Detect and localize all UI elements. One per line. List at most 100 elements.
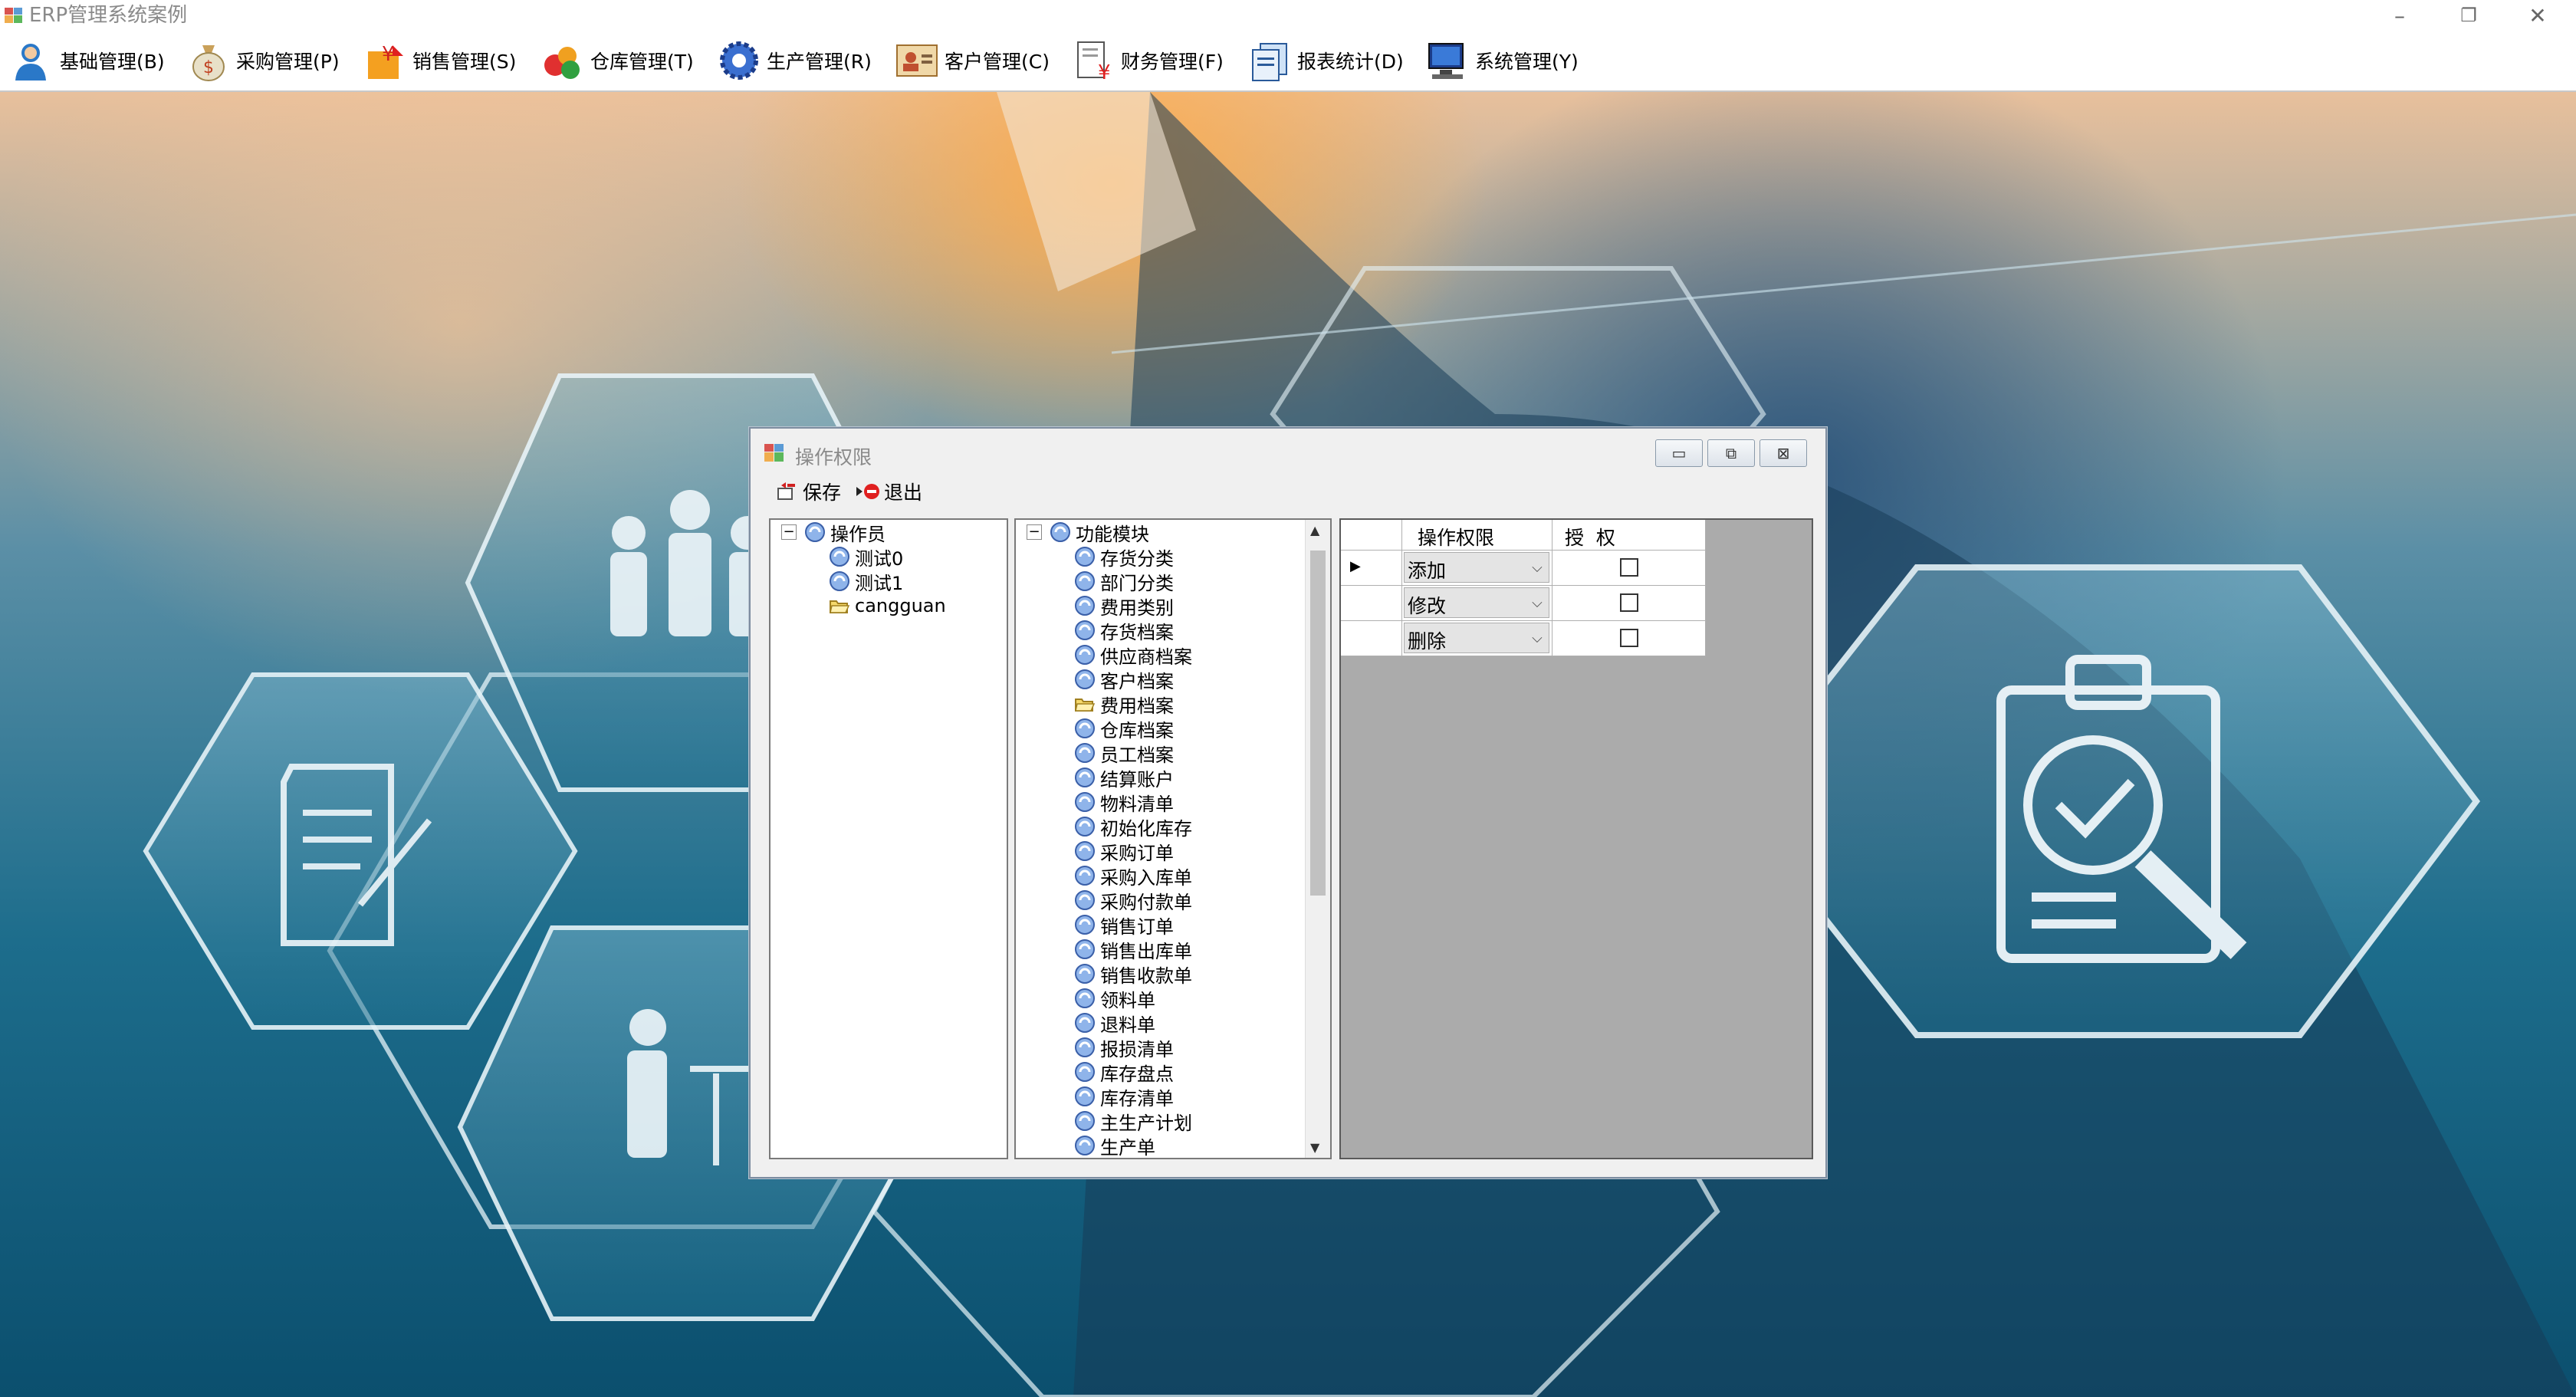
warehouse-boxes-icon [544,47,580,79]
menu-label: 销售管理(S) [412,51,517,73]
tree-node-label: 主生产计划 [1100,1112,1192,1134]
menu-sales-management[interactable]: ¥ 销售管理(S) [362,35,516,86]
row-header[interactable]: ▶ [1341,551,1402,586]
module-icon [830,571,849,591]
yen-sale-icon: ¥ [368,43,403,79]
column-header-grant[interactable]: 授 权 [1552,520,1706,551]
tree-node-module[interactable]: 物料清单 [1074,790,1174,815]
module-icon [1050,522,1070,542]
tree-node-module[interactable]: 退料单 [1074,1011,1155,1036]
tree-node-module[interactable]: 员工档案 [1074,741,1174,766]
grant-checkbox[interactable] [1620,558,1638,577]
tree-node-module[interactable]: 采购入库单 [1074,863,1192,889]
user-icon [15,44,46,81]
tree-node-label: 部门分类 [1100,572,1174,594]
tree-node-operator[interactable]: 测试1 [829,569,903,594]
collapse-toggle[interactable]: − [1027,524,1042,540]
menu-warehouse-management[interactable]: 仓库管理(T) [540,35,694,86]
tree-node-label: 销售订单 [1100,915,1174,938]
tree-node-module[interactable]: 销售收款单 [1074,961,1192,987]
tree-node-module[interactable]: 采购付款单 [1074,888,1192,913]
module-tree[interactable]: − 功能模块 存货分类 部门分类费用类别 存货档案 供应商档案 客户档案费用档案 仓库档案… [1014,518,1332,1159]
tree-node-module[interactable]: 库存清单 [1074,1084,1174,1109]
tree-node-module[interactable]: 报损清单 [1074,1035,1174,1060]
module-icon [1075,620,1095,640]
column-header-permission[interactable]: 操作权限 [1402,520,1552,551]
module-icon [1075,596,1095,616]
tree-node-module[interactable]: 初始化库存 [1074,814,1192,840]
scroll-thumb[interactable] [1310,551,1326,896]
permission-combobox[interactable]: 添加 ⌵ [1404,552,1549,583]
tree-node-module[interactable]: 采购订单 [1074,839,1174,864]
tree-node-module[interactable]: 供应商档案 [1074,643,1192,668]
tree-node-module[interactable]: 领料单 [1074,986,1155,1011]
module-icon [1075,1086,1095,1106]
menu-production-management[interactable]: 生产管理(R) [716,35,872,86]
menu-customer-management[interactable]: 客户管理(C) [894,35,1050,86]
tree-node-module[interactable]: 生产单 [1074,1133,1155,1158]
tree-node-label: 费用档案 [1100,695,1174,717]
tree-node-module[interactable]: 主生产计划 [1074,1109,1192,1134]
tree-node-module[interactable]: 费用类别 [1074,593,1174,619]
tree-node-module[interactable]: 销售出库单 [1074,937,1192,962]
menu-finance-management[interactable]: ¥ 财务管理(F) [1070,35,1224,86]
chevron-down-icon[interactable]: ⌵ [1526,588,1549,617]
tree-node-label: 费用类别 [1100,597,1174,619]
module-icon [1075,964,1095,984]
tree-node-module[interactable]: 销售订单 [1074,912,1174,938]
tree-node-module[interactable]: 仓库档案 [1074,716,1174,741]
tree-node-operator[interactable]: 测试0 [829,544,903,570]
permission-value: 添加 [1408,560,1447,582]
tree-node-module[interactable]: 库存盘点 [1074,1060,1174,1085]
scroll-down-icon[interactable]: ▼ [1310,1140,1319,1155]
tree-node-modules-root[interactable]: − 功能模块 [1027,520,1149,545]
permission-combobox[interactable]: 修改 ⌵ [1404,587,1549,618]
tree-node-module[interactable]: 存货档案 [1074,618,1174,643]
tree-node-operators-root[interactable]: − 操作员 [781,520,886,545]
grid-corner-header [1341,520,1402,551]
menu-purchase-management[interactable]: $ 采购管理(P) [186,35,340,86]
module-icon [830,547,849,567]
dialog-close-button[interactable]: ⊠ [1760,439,1807,467]
tree-node-label: 操作员 [830,523,886,545]
row-header[interactable] [1341,586,1402,621]
dialog-toolbar: 保存 退出 [775,476,936,507]
menu-label: 系统管理(Y) [1475,51,1579,73]
permission-combobox[interactable]: 删除 ⌵ [1404,623,1549,653]
dialog-restore-button[interactable]: ⧉ [1707,439,1755,467]
permission-grid[interactable]: 操作权限 授 权 ▶ 添加 ⌵ 修改 ⌵ 删除 ⌵ [1339,518,1813,1159]
module-icon [1075,645,1095,665]
module-icon [1075,792,1095,812]
scroll-up-icon[interactable]: ▲ [1310,523,1319,537]
tree-node-label: 报损清单 [1100,1038,1174,1060]
module-icon [1075,1111,1095,1131]
tree-node-module-selected[interactable]: 费用档案 [1074,692,1174,717]
exit-button[interactable]: 退出 [855,478,922,505]
save-icon [777,482,795,500]
menu-report-statistics[interactable]: 报表统计(D) [1247,35,1404,86]
module-tree-scrollbar[interactable]: ▲ ▼ [1305,520,1330,1158]
tree-node-module[interactable]: 结算账户 [1074,765,1174,791]
app-icon [5,8,22,23]
dialog-minimize-button[interactable]: ▭ [1655,439,1703,467]
tree-node-operator-selected[interactable]: cangguan [829,593,946,618]
chevron-down-icon[interactable]: ⌵ [1526,623,1549,652]
row-header[interactable] [1341,621,1402,656]
minimize-button[interactable]: – [2365,0,2434,31]
chevron-down-icon[interactable]: ⌵ [1526,553,1549,582]
menu-system-management[interactable]: 系统管理(Y) [1424,35,1579,86]
menu-basic-management[interactable]: 基础管理(B) [9,35,165,86]
tree-node-module[interactable]: 客户档案 [1074,667,1174,692]
collapse-toggle[interactable]: − [781,524,797,540]
grant-checkbox[interactable] [1620,593,1638,612]
restore-button[interactable]: ❐ [2434,0,2503,31]
tree-node-module[interactable]: 部门分类 [1074,569,1174,594]
operator-tree[interactable]: − 操作员 测试0 测试1 cangguan [769,518,1008,1159]
grant-checkbox[interactable] [1620,629,1638,647]
save-button[interactable]: 保存 [775,478,841,505]
module-icon [805,522,825,542]
tree-node-module[interactable]: 存货分类 [1074,544,1174,570]
module-icon [1075,841,1095,861]
close-button[interactable]: ✕ [2503,0,2572,31]
module-icon [1075,718,1095,738]
